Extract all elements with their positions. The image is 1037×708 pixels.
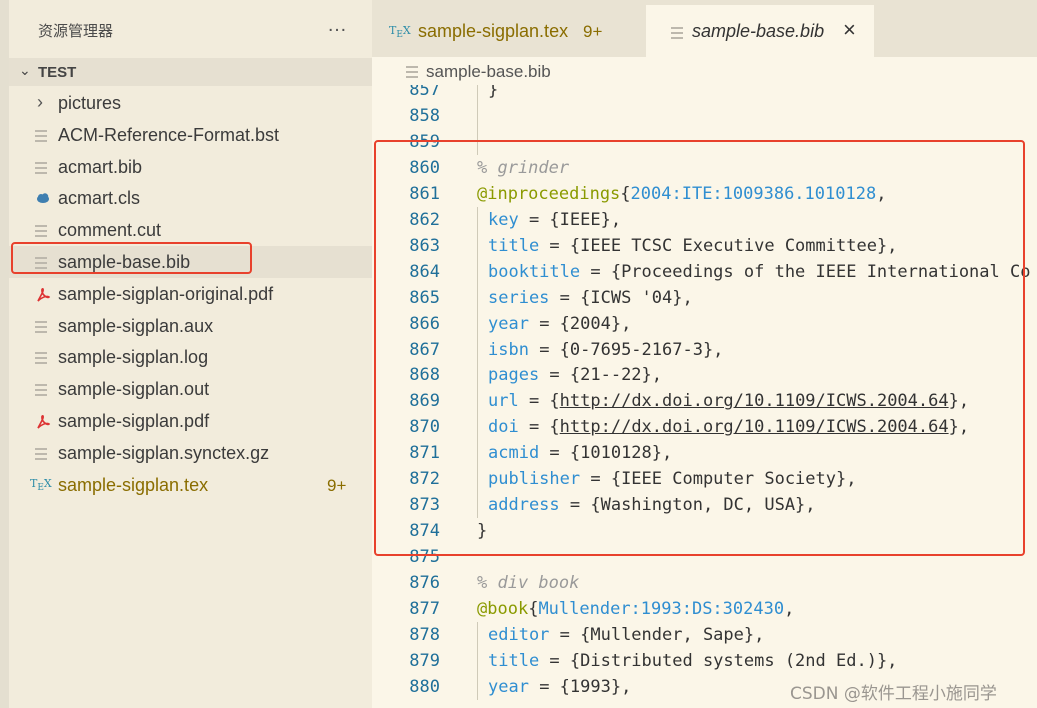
indent-guide [477,102,478,129]
tree-item-label: sample-sigplan.tex [58,474,209,495]
tree-item-label: comment.cut [58,220,162,241]
document-icon [35,320,47,335]
tree-item[interactable]: sample-sigplan.log [9,341,372,373]
tab-label: sample-base.bib [692,21,825,41]
problem-count-badge: 9+ [327,475,347,495]
code-line[interactable]: 879 title = {Distributed systems (2nd Ed.… [372,647,1037,674]
annotation-box-code [374,140,1025,556]
tab-label: sample-sigplan.tex [418,21,569,41]
tree-item[interactable]: sample-sigplan.pdf [9,405,372,437]
code-text: % div book [477,573,580,594]
code-text: } [488,85,499,100]
tree-item[interactable]: ACM-Reference-Format.bst [9,119,372,151]
workspace-title: TEST [38,64,77,81]
document-icon [35,161,47,176]
watermark: CSDN @软件工程小施同学 [790,684,997,704]
tab-bar: TEX sample-sigplan.tex 9+ sample-base.bi… [372,0,1037,57]
line-number: 876 [409,573,440,594]
code-text: year = {1993}, [488,676,632,697]
pdf-icon [35,287,51,302]
line-number: 877 [409,599,440,619]
tree-item-label: pictures [58,93,122,113]
code-line[interactable]: 877 @book{Mullender:1993:DS:302430, [372,596,1037,622]
tab-sample-sigplan-tex[interactable]: TEX sample-sigplan.tex 9+ [372,5,646,57]
tree-item[interactable]: sample-sigplan-original.pdf [9,278,372,310]
tree-item-label: sample-sigplan.log [58,347,209,368]
tab-sample-base-bib[interactable]: sample-base.bib × [646,5,874,57]
close-icon[interactable]: × [843,17,856,43]
code-text: title = {Distributed systems (2nd Ed.)}, [488,650,898,671]
line-number: 879 [409,650,440,671]
line-number: 878 [409,624,440,645]
document-icon [671,27,683,42]
indent-guide [477,647,478,674]
tree-item[interactable]: sample-sigplan.synctex.gz [9,437,372,469]
cloud-icon [35,191,49,205]
tree-item-label: sample-sigplan.aux [58,315,214,336]
document-icon [35,384,47,398]
tree-item-label: acmart.cls [58,188,141,209]
tree-item-label: sample-sigplan.pdf [58,411,210,431]
tex-icon: TEX [389,24,411,41]
tex-icon: TEX [30,476,52,493]
breadcrumb-file[interactable]: sample-base.bib [426,62,551,82]
code-text: @book{Mullender:1993:DS:302430, [477,599,795,619]
line-number: 857 [409,85,440,100]
code-line[interactable]: 858 [372,102,1037,129]
line-number: 858 [409,105,440,126]
indent-guide [477,673,478,700]
tree-item[interactable]: sample-sigplan.aux [9,310,372,342]
chevron-down-icon: ⌄ [19,62,31,78]
annotation-box-sidebar [11,242,252,274]
document-icon [35,352,47,366]
activity-bar-edge [0,0,9,708]
tree-item-label: sample-sigplan.synctex.gz [58,442,270,463]
chevron-right-icon: › [37,92,43,112]
indent-guide [477,621,478,648]
breadcrumb: sample-base.bib [372,57,1037,85]
explorer-title: 资源管理器 [38,23,114,40]
document-icon [406,66,418,81]
tree-item-label: acmart.bib [58,156,143,177]
problem-count-badge: 9+ [583,22,603,41]
code-line[interactable]: 878 editor = {Mullender, Sape}, [372,621,1037,648]
document-icon [35,447,47,462]
tree-item[interactable]: acmart.cls [9,182,372,214]
workspace-section-header[interactable]: ⌄ TEST [9,58,372,86]
line-number: 880 [409,676,440,697]
code-line[interactable]: 857} [372,85,1037,103]
tree-item-label: sample-sigplan.out [58,379,210,400]
more-actions-icon[interactable]: … [327,14,348,37]
code-text: editor = {Mullender, Sape}, [488,624,765,645]
pdf-icon [35,414,51,429]
tree-item-label: ACM-Reference-Format.bst [58,124,280,145]
tree-item[interactable]: TEX sample-sigplan.tex 9+ [9,469,372,501]
indent-guide [477,85,478,103]
document-icon [35,129,47,144]
code-line[interactable]: 876 % div book [372,570,1037,596]
tree-item[interactable]: › pictures [9,87,372,119]
document-icon [35,225,47,239]
tree-item[interactable]: acmart.bib [9,151,372,183]
explorer-sidebar: 资源管理器 … ⌄ TEST › pictures ACM-Reference-Fo… [0,0,372,708]
tree-item-label: sample-sigplan-original.pdf [58,283,274,304]
tree-item[interactable]: sample-sigplan.out [9,373,372,405]
